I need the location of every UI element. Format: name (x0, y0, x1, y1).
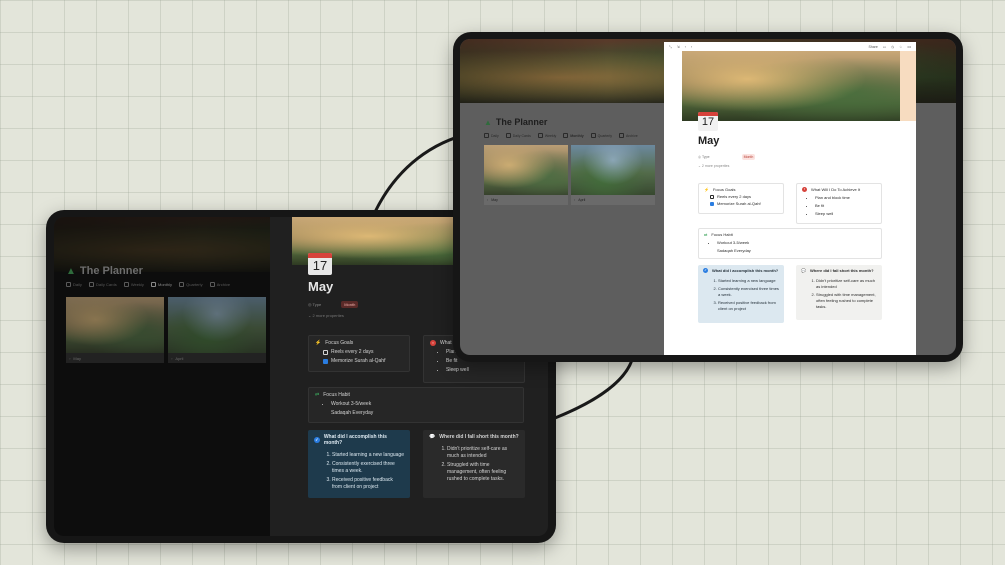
tablet-light: ▲ The Planner Daily Daily Cards Weekly M… (453, 32, 963, 362)
expand-icon[interactable]: ⇲ (677, 45, 680, 49)
page-icon: ▫ (487, 198, 489, 202)
tab-daily-cards[interactable]: Daily Cards (505, 133, 531, 138)
gallery-card-april[interactable]: ▫ April (571, 145, 655, 205)
gallery-card-may[interactable]: ▫ May (484, 145, 568, 205)
more-properties[interactable]: ⌄ 2 more properties (698, 164, 729, 168)
goal-checkbox[interactable] (710, 194, 714, 199)
page-icon: ▫ (171, 355, 173, 361)
target-icon: ! (430, 340, 436, 346)
goal-checkbox[interactable] (323, 349, 328, 355)
planner-title-dark: ▲ The Planner (66, 265, 143, 277)
date-badge-dark: 17 (308, 253, 332, 275)
fall-short-callout: 💬Where did I fall short this month? Didn… (796, 265, 882, 320)
repeat-icon: ⇄ (704, 232, 708, 237)
comment-icon[interactable]: ▭ (883, 45, 886, 49)
page-icon: ▫ (69, 355, 71, 361)
fall-short-callout: 💬Where did I fall short this month? Didn… (423, 430, 525, 498)
cover-edge (900, 51, 916, 121)
focus-goals-callout: ⚡ Focus Goals Reels every 2 days Memorize… (698, 183, 784, 214)
tab-monthly[interactable]: Monthly (563, 133, 584, 138)
share-button[interactable]: Share (868, 45, 877, 49)
bolt-icon: ⚡ (315, 340, 322, 346)
light-screen: ▲ The Planner Daily Daily Cards Weekly M… (460, 39, 956, 355)
gallery-card-april[interactable]: ▫ April (168, 297, 266, 363)
goal-checkbox[interactable] (323, 358, 328, 364)
type-tag[interactable]: Month (741, 154, 756, 160)
focus-habit-callout: ⇄Focus Habit Workout 3-5/week Sadaqah Ev… (698, 228, 882, 259)
forward-icon[interactable]: › (691, 45, 692, 49)
tree-icon: ▲ (66, 265, 76, 277)
page-title: May (308, 279, 334, 294)
speech-bubble-icon: 💬 (429, 434, 436, 440)
accomplish-callout: ✓What did I accomplish this month? Start… (698, 265, 784, 323)
property-type: ◎ Type Month (698, 154, 756, 160)
more-icon[interactable]: ••• (907, 45, 911, 49)
tab-archive[interactable]: Archive (209, 282, 230, 287)
accomplish-callout: ✓What did I accomplish this month? Start… (308, 430, 410, 498)
tree-icon: ▲ (484, 117, 492, 127)
tab-daily[interactable]: Daily (484, 133, 499, 138)
tab-daily-cards[interactable]: Daily Cards (89, 282, 117, 287)
tab-monthly[interactable]: Monthly (150, 282, 172, 287)
tab-daily[interactable]: Daily (66, 282, 82, 287)
achieve-callout: !What Will I Do To Achieve It Plan and b… (796, 183, 882, 224)
repeat-icon: ⇄ (315, 392, 320, 398)
tabs-dark: Daily Daily Cards Weekly Monthly Quarter… (66, 282, 236, 288)
star-icon[interactable]: ☆ (899, 45, 902, 49)
speech-bubble-icon: 💬 (801, 268, 806, 273)
property-type: ◎ Type Month (308, 301, 359, 308)
goal-checkbox[interactable] (710, 201, 714, 206)
collapse-icon[interactable]: ⤡ (669, 45, 672, 49)
check-circle-icon: ✓ (703, 268, 708, 273)
back-icon[interactable]: ‹ (685, 45, 686, 49)
tabs-light: Daily Daily Cards Weekly Monthly Quarter… (484, 133, 644, 139)
check-circle-icon: ✓ (314, 437, 320, 443)
bolt-icon: ⚡ (704, 187, 709, 192)
tab-weekly[interactable]: Weekly (537, 133, 556, 138)
page-panel-light: ⤡ ⇲ ‹ › Share ▭ ◷ ☆ ••• 17 May ◎ Type Month (664, 42, 916, 355)
panel-topbar: ⤡ ⇲ ‹ › Share ▭ ◷ ☆ ••• (664, 42, 916, 51)
type-tag[interactable]: Month (341, 301, 359, 308)
more-properties[interactable]: ⌄ 2 more properties (308, 313, 344, 318)
tab-quarterly[interactable]: Quarterly (590, 133, 612, 138)
gallery-card-may[interactable]: ▫ May (66, 297, 164, 363)
tab-quarterly[interactable]: Quarterly (179, 282, 203, 287)
tab-weekly[interactable]: Weekly (123, 282, 144, 287)
page-title: May (698, 135, 720, 147)
target-icon: ! (802, 187, 807, 192)
page-cover-light (682, 51, 900, 121)
focus-goals-callout: ⚡ Focus Goals Reels every 2 days Memorize… (308, 335, 410, 372)
clock-icon[interactable]: ◷ (891, 45, 894, 49)
page-icon: ▫ (574, 198, 576, 202)
planner-title-light: ▲ The Planner (484, 117, 548, 127)
date-badge-light: 17 (698, 112, 718, 131)
focus-habit-callout: ⇄Focus Habit Workout 3-5/week Sadaqah Ev… (308, 387, 524, 423)
tab-archive[interactable]: Archive (619, 133, 638, 138)
